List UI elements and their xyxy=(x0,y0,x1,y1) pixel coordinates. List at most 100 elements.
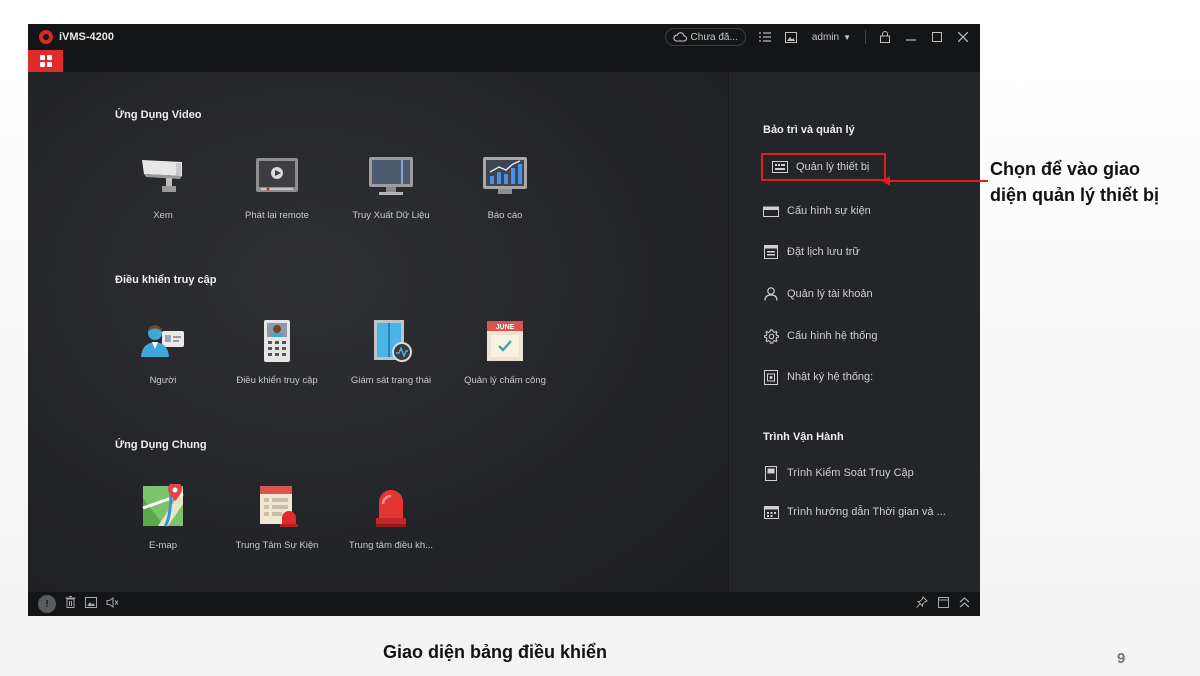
sidebar-title-operation: Trình Vận Hành xyxy=(763,431,844,443)
tile-access-control[interactable]: Điều khiển truy cập xyxy=(220,319,334,386)
callout-line-2: diện quản lý thiết bị xyxy=(990,185,1160,205)
sidebar-item-label: Nhật ký hệ thống: xyxy=(787,371,874,383)
camera-icon xyxy=(138,154,188,198)
nav-bar xyxy=(28,50,980,72)
tile-remote-playback-label: Phát lại remote xyxy=(245,210,309,221)
sidebar-item-label: Trình hướng dẫn Thời gian và ... xyxy=(787,506,946,518)
tile-report-label: Báo cáo xyxy=(487,210,523,221)
access-control-icon xyxy=(252,319,302,363)
user-name: admin xyxy=(811,31,840,43)
title-separator xyxy=(865,30,866,44)
tile-event-center[interactable]: Trung Tâm Sự Kiện xyxy=(220,484,334,551)
access-tool-icon xyxy=(763,465,779,481)
tile-remote-playback[interactable]: Phát lại remote xyxy=(220,154,334,221)
app-title: iVMS-4200 xyxy=(59,31,115,43)
close-icon[interactable] xyxy=(952,26,974,48)
report-chart-icon xyxy=(480,154,530,198)
event-center-icon xyxy=(252,484,302,528)
sidebar-item-label: Quản lý thiết bị xyxy=(796,161,870,173)
sidebar-item-event-config[interactable]: Cấu hình sự kiện xyxy=(763,199,871,223)
door-status-icon xyxy=(366,319,416,363)
tile-emap[interactable]: E-map xyxy=(106,482,220,551)
sidebar-item-label: Cấu hình sự kiện xyxy=(787,205,871,217)
control-panel-button[interactable] xyxy=(28,50,63,72)
gear-icon xyxy=(763,328,779,344)
sidebar-title-maintenance: Bảo trì và quản lý xyxy=(763,124,855,136)
tile-data-retrieval-label: Truy Xuất Dữ Liệu xyxy=(352,210,430,221)
status-bar: ! xyxy=(28,592,980,616)
sidebar-item-device-management[interactable]: Quản lý thiết bị xyxy=(761,153,886,181)
tile-alarm-center-label: Trung tâm điều kh... xyxy=(348,540,434,551)
sidebar-item-system-config[interactable]: Cấu hình hệ thống xyxy=(763,324,878,348)
control-panel-main: Ứng Dụng Video Xem Phát lại remote Truy … xyxy=(28,72,728,592)
sidebar-item-system-log[interactable]: Nhật ký hệ thống: xyxy=(763,365,873,389)
sidebar-item-label: Đặt lịch lưu trữ xyxy=(787,246,860,258)
lock-icon[interactable] xyxy=(874,26,896,48)
tile-status-monitor-label: Giám sát trạng thái xyxy=(350,375,432,386)
callout-line-1: Chọn để vào giao xyxy=(990,159,1141,179)
grid-icon xyxy=(39,55,52,67)
section-title-general: Ứng Dụng Chung xyxy=(115,439,207,451)
user-icon xyxy=(763,286,779,302)
device-icon xyxy=(772,159,788,175)
map-pin-icon xyxy=(138,482,188,528)
storage-schedule-icon xyxy=(763,244,779,260)
ivms-window: iVMS-4200 Chưa đă... admin ▼ Ứng Dụng Vi… xyxy=(28,24,980,616)
trash-icon[interactable] xyxy=(65,595,76,613)
caret-down-icon: ▼ xyxy=(843,32,851,42)
tile-alarm-center[interactable]: Trung tâm điều kh... xyxy=(334,484,448,551)
sidebar-item-time-wizard[interactable]: Trình hướng dẫn Thời gian và ... xyxy=(763,500,946,524)
tile-status-monitor[interactable]: Giám sát trạng thái xyxy=(334,319,448,386)
log-icon xyxy=(763,369,779,385)
tile-attendance[interactable]: JUNE Quản lý chấm công xyxy=(448,319,562,386)
title-bar: iVMS-4200 Chưa đă... admin ▼ xyxy=(28,24,980,50)
app-logo-icon xyxy=(39,30,53,44)
maintenance-sidebar: Bảo trì và quản lý Quản lý thiết bị Cấu … xyxy=(728,72,980,592)
window-icon[interactable] xyxy=(938,595,949,613)
list-icon[interactable] xyxy=(754,26,776,48)
person-card-icon xyxy=(138,319,188,363)
double-chevron-up-icon[interactable] xyxy=(959,595,970,613)
section-title-access: Điều khiển truy cập xyxy=(115,274,217,286)
time-wizard-icon xyxy=(763,504,779,520)
tile-person-label: Người xyxy=(149,375,177,386)
section-title-video: Ứng Dụng Video xyxy=(115,109,202,121)
tile-emap-label: E-map xyxy=(149,540,177,551)
cloud-status-text: Chưa đă... xyxy=(690,31,738,43)
sidebar-item-account-management[interactable]: Quản lý tài khoản xyxy=(763,282,873,306)
tile-report[interactable]: Báo cáo xyxy=(448,154,562,221)
tile-event-center-label: Trung Tâm Sự Kiện xyxy=(235,540,319,551)
monitor-icon xyxy=(366,154,416,198)
sidebar-item-access-controller-tool[interactable]: Trình Kiểm Soát Truy Cập xyxy=(763,461,914,485)
calendar-month-text: JUNE xyxy=(496,324,515,331)
page-number: 9 xyxy=(1117,650,1126,667)
warning-icon[interactable]: ! xyxy=(38,595,56,613)
sidebar-item-label: Quản lý tài khoản xyxy=(787,288,873,300)
alarm-light-icon xyxy=(366,484,416,528)
tile-attendance-label: Quản lý chấm công xyxy=(464,375,546,386)
cloud-status-button[interactable]: Chưa đă... xyxy=(664,28,746,46)
tile-person[interactable]: Người xyxy=(106,319,220,386)
minimize-icon[interactable] xyxy=(900,26,922,48)
speaker-mute-icon[interactable] xyxy=(106,595,119,613)
cloud-icon xyxy=(672,32,687,42)
event-config-icon xyxy=(763,203,779,219)
sidebar-item-label: Cấu hình hệ thống xyxy=(787,330,878,342)
sidebar-item-storage-schedule[interactable]: Đặt lịch lưu trữ xyxy=(763,240,860,264)
tile-live-view[interactable]: Xem xyxy=(106,154,220,221)
pin-icon[interactable] xyxy=(916,595,928,613)
tile-data-retrieval[interactable]: Truy Xuất Dữ Liệu xyxy=(334,154,448,221)
tile-live-view-label: Xem xyxy=(153,210,173,221)
callout-arrow xyxy=(888,180,988,182)
slide-caption: Giao diện bảng điều khiển xyxy=(383,642,608,662)
sidebar-item-label: Trình Kiểm Soát Truy Cập xyxy=(787,467,914,479)
user-menu[interactable]: admin ▼ xyxy=(806,32,857,43)
image-icon[interactable] xyxy=(780,26,802,48)
callout-arrow-head xyxy=(882,176,890,186)
picture-icon[interactable] xyxy=(85,595,97,613)
calendar-icon: JUNE xyxy=(480,319,530,363)
remote-playback-icon xyxy=(252,154,302,198)
tile-access-control-label: Điều khiển truy cập xyxy=(236,375,318,386)
callout-text: Chọn để vào giao diện quản lý thiết bị xyxy=(990,156,1195,208)
maximize-icon[interactable] xyxy=(926,26,948,48)
